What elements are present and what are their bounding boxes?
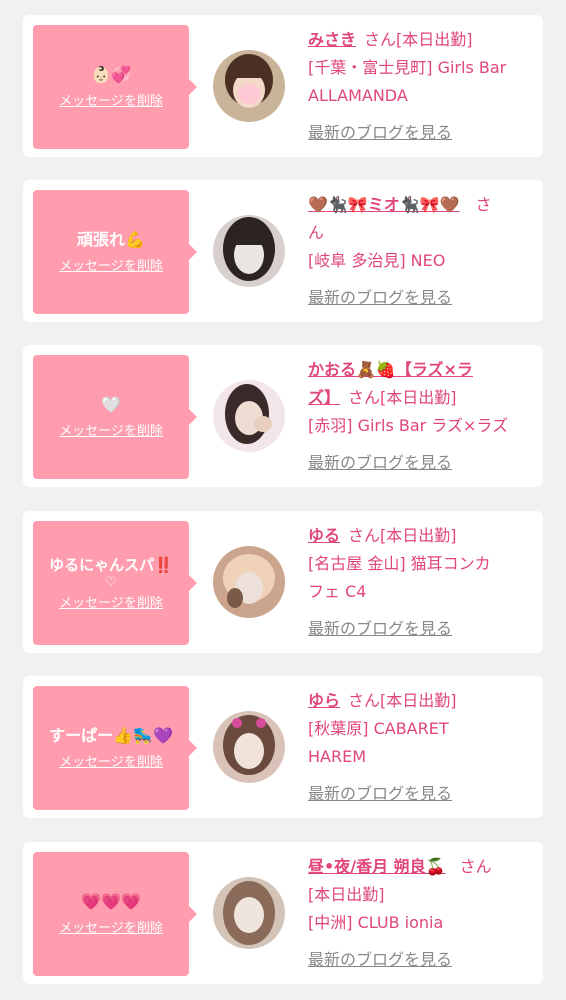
shop-name-cont: ALLAMANDA — [308, 86, 408, 105]
cast-name-link-cont[interactable]: ズ】 — [308, 388, 340, 407]
shop-name: [秋葉原] CABARET — [308, 719, 449, 738]
latest-blog-link[interactable]: 最新のブログを見る — [308, 122, 452, 144]
cast-info: ゆら さん[本日出勤] [秋葉原] CABARET HAREM — [308, 687, 536, 771]
shop-name: [岐阜 多治見] NEO — [308, 251, 446, 270]
cast-info: みさき さん[本日出勤] [千葉・富士見町] Girls Bar ALLAMAND… — [308, 26, 536, 110]
latest-blog-link[interactable]: 最新のブログを見る — [308, 452, 452, 474]
message-text: 💗💗💗 — [81, 892, 141, 911]
delete-message-link[interactable]: メッセージを削除 — [59, 94, 163, 110]
delete-message-link[interactable]: メッセージを削除 — [59, 596, 163, 612]
cast-info: ゆる さん[本日出勤] [名古屋 金山] 猫耳コンカ フェ C4 — [308, 522, 536, 606]
avatar[interactable] — [213, 50, 285, 122]
message-bubble: 👶🏻💞 メッセージを削除 — [33, 25, 197, 149]
honorific-attendance: さん[本日出勤] — [348, 388, 457, 407]
cast-name-link[interactable]: 🤎🐈‍⬛🎀ミオ🐈‍⬛🎀🤎 — [308, 195, 460, 214]
honorific-attendance: さん[本日出勤] — [348, 526, 457, 545]
message-text: ゆるにゃんスパ‼️ — [49, 556, 173, 574]
honorific: さん — [459, 857, 492, 876]
cast-info: かおる🧸🍓【ラズ×ラ ズ】 さん[本日出勤] [赤羽] Girls Bar ラズ×… — [308, 356, 536, 440]
avatar[interactable] — [213, 215, 285, 287]
cast-name-link[interactable]: ゆら — [308, 691, 340, 710]
latest-blog-link[interactable]: 最新のブログを見る — [308, 783, 452, 805]
favorite-cast-card: 頑張れ💪 メッセージを削除 🤎🐈‍⬛🎀ミオ🐈‍⬛🎀🤎 さ ん [岐阜 多治見] N… — [23, 180, 543, 322]
avatar[interactable] — [213, 546, 285, 618]
attendance-status: [本日出勤] — [396, 30, 473, 49]
favorite-cast-card: 💗💗💗 メッセージを削除 昼•夜/香月 朔良🍒 さん [本日出勤] [中洲] CL… — [23, 842, 543, 984]
message-bubble: 💗💗💗 メッセージを削除 — [33, 852, 197, 976]
honorific: さ — [475, 195, 492, 214]
cast-info: 昼•夜/香月 朔良🍒 さん [本日出勤] [中洲] CLUB ionia — [308, 853, 536, 937]
avatar[interactable] — [213, 380, 285, 452]
message-text: 頑張れ💪 — [77, 230, 145, 249]
cast-name-link[interactable]: みさき — [308, 30, 356, 49]
cast-name-link[interactable]: 昼•夜/香月 朔良🍒 — [308, 857, 446, 876]
cast-name-link[interactable]: かおる🧸🍓【ラズ×ラ — [308, 360, 473, 379]
latest-blog-link[interactable]: 最新のブログを見る — [308, 287, 452, 309]
message-text: すーぱー👍🛼💜 — [49, 726, 173, 745]
delete-message-link[interactable]: メッセージを削除 — [59, 424, 163, 440]
shop-name: [名古屋 金山] 猫耳コンカ — [308, 554, 491, 573]
shop-name: [中洲] CLUB ionia — [308, 913, 444, 932]
avatar[interactable] — [213, 711, 285, 783]
message-bubble: ゆるにゃんスパ‼️ ♡ メッセージを削除 — [33, 521, 197, 645]
honorific-attendance: さん[本日出勤] — [348, 691, 457, 710]
message-bubble: 頑張れ💪 メッセージを削除 — [33, 190, 197, 314]
honorific: さん — [364, 30, 397, 49]
favorite-cast-card: 👶🏻💞 メッセージを削除 みさき さん[本日出勤] [千葉・富士見町] Girls… — [23, 15, 543, 157]
cast-name-link[interactable]: ゆる — [308, 526, 340, 545]
delete-message-link[interactable]: メッセージを削除 — [59, 755, 163, 771]
cast-info: 🤎🐈‍⬛🎀ミオ🐈‍⬛🎀🤎 さ ん [岐阜 多治見] NEO — [308, 191, 536, 275]
shop-name: [千葉・富士見町] Girls Bar — [308, 58, 507, 77]
heart-icon: ♡ — [105, 575, 117, 590]
delete-message-link[interactable]: メッセージを削除 — [59, 921, 163, 937]
attendance-status: [本日出勤] — [308, 885, 385, 904]
favorite-cast-card: ゆるにゃんスパ‼️ ♡ メッセージを削除 ゆる さん[本日出勤] [名古屋 金山]… — [23, 511, 543, 653]
latest-blog-link[interactable]: 最新のブログを見る — [308, 618, 452, 640]
delete-message-link[interactable]: メッセージを削除 — [59, 259, 163, 275]
shop-name: [赤羽] Girls Bar ラズ×ラズ — [308, 416, 509, 435]
favorite-cast-card: すーぱー👍🛼💜 メッセージを削除 ゆら さん[本日出勤] [秋葉原] CABARE… — [23, 676, 543, 818]
shop-name-cont: HAREM — [308, 747, 367, 766]
latest-blog-link[interactable]: 最新のブログを見る — [308, 949, 452, 971]
message-text: 👶🏻💞 — [91, 65, 131, 84]
avatar[interactable] — [213, 877, 285, 949]
favorite-cast-card: 🤍 メッセージを削除 かおる🧸🍓【ラズ×ラ ズ】 さん[本日出勤] [赤羽] Gi… — [23, 345, 543, 487]
message-bubble: 🤍 メッセージを削除 — [33, 355, 197, 479]
message-bubble: すーぱー👍🛼💜 メッセージを削除 — [33, 686, 197, 810]
honorific-cont: ん — [308, 223, 325, 242]
shop-name-cont: フェ C4 — [308, 582, 367, 601]
message-text: 🤍 — [101, 395, 121, 414]
